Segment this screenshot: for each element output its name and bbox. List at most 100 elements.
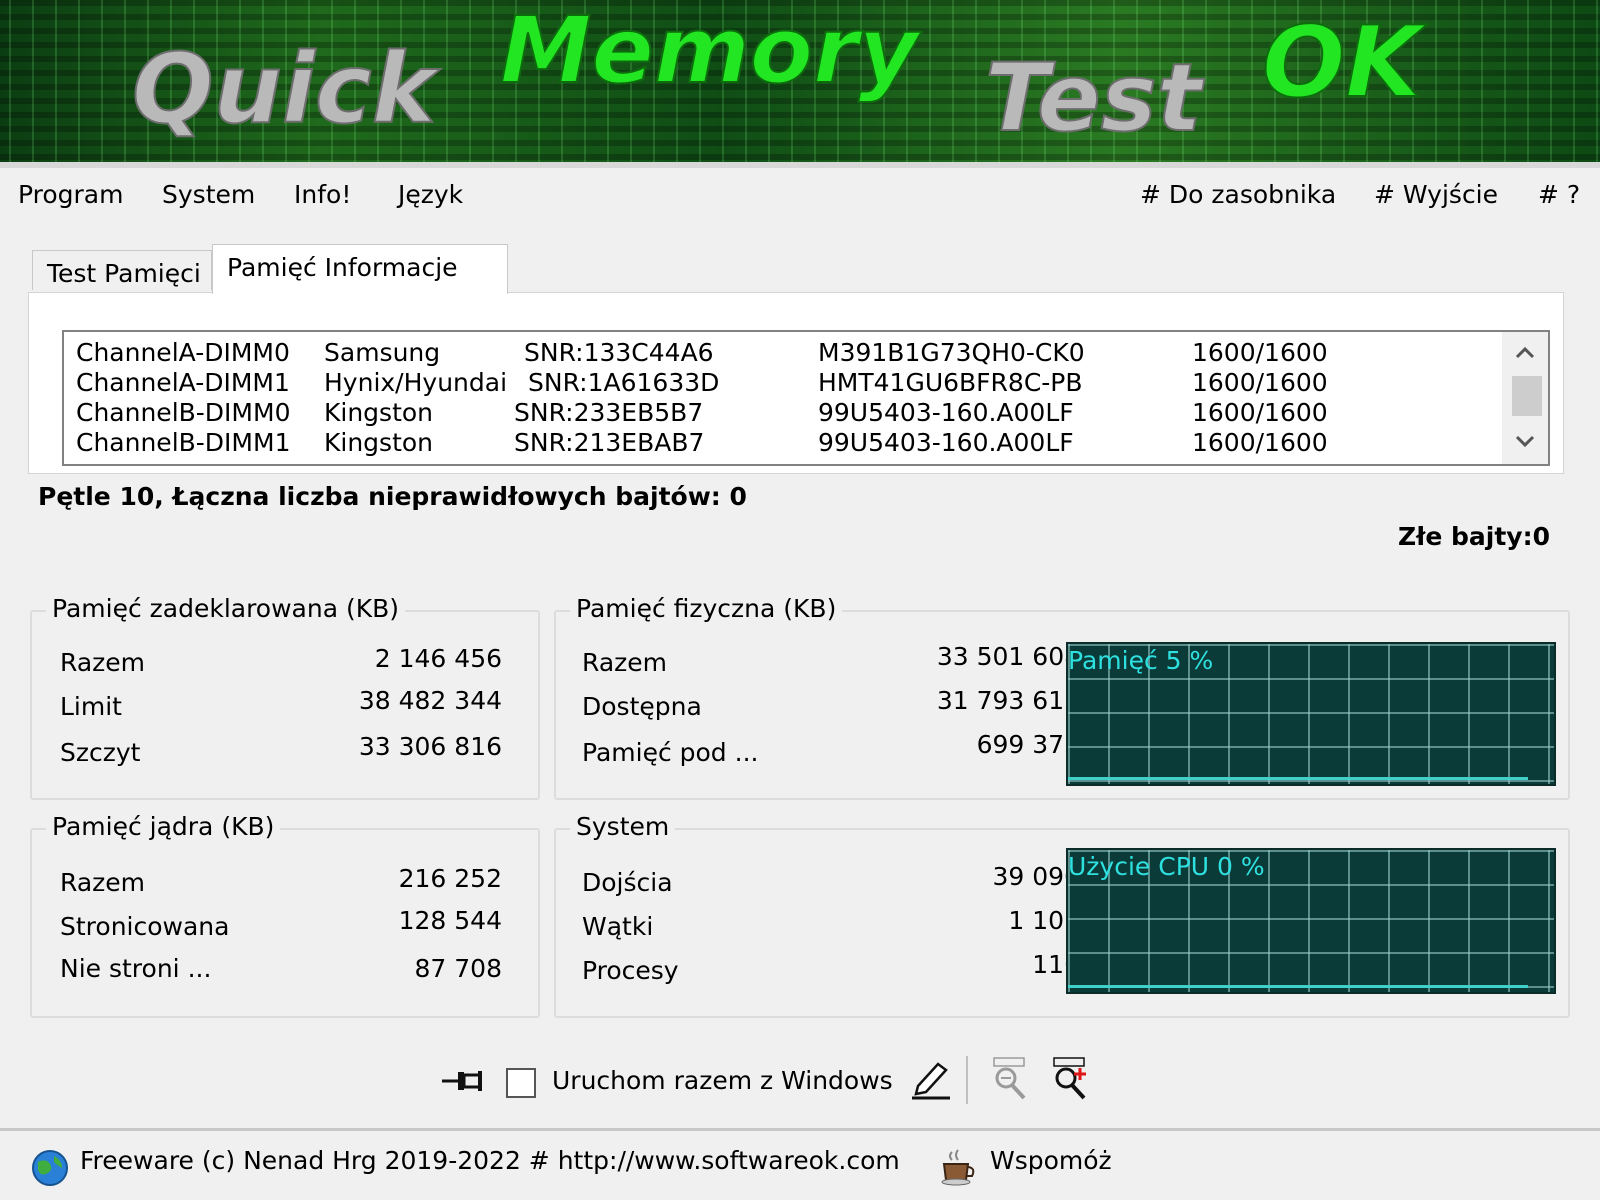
system-threads-label: Wątki [582, 912, 654, 941]
module-maker: Samsung [324, 338, 441, 367]
module-slot: ChannelB-DIMM0 [76, 398, 291, 427]
module-serial: SNR:213EBAB7 [514, 428, 705, 457]
group-title: Pamięć zadeklarowana (KB) [46, 594, 406, 623]
menu-bar: Program System Info! Język # Do zasobnik… [0, 168, 1600, 224]
logo-word-memory: Memory [500, 0, 922, 104]
tab-memory-info-label: Pamięć Informacje [227, 253, 458, 282]
system-processes-label: Procesy [582, 956, 679, 985]
committed-limit-label: Limit [60, 692, 122, 721]
kernel-paged-label: Stronicowana [60, 912, 230, 941]
footer-divider [0, 1128, 1600, 1131]
cpu-usage-line [1068, 985, 1528, 988]
group-title: System [570, 812, 676, 841]
menu-language[interactable]: Język [398, 180, 463, 209]
committed-total-label: Razem [60, 648, 145, 677]
bad-bytes-status: Złe bajty:0 [1397, 522, 1550, 551]
autostart-checkbox[interactable] [506, 1068, 536, 1098]
menu-to-tray[interactable]: # Do zasobnika [1140, 180, 1336, 209]
group-kernel-memory: Pamięć jądra (KB) Razem 216 252 Stronico… [30, 812, 540, 1018]
module-slot: ChannelA-DIMM0 [76, 338, 290, 367]
cpu-usage-label: Użycie CPU 0 % [1068, 852, 1265, 881]
logo-word-quick: Quick [132, 33, 441, 145]
list-item[interactable]: ChannelB-DIMM0 Kingston SNR:233EB5B7 99U… [64, 398, 1484, 428]
kernel-total-label: Razem [60, 868, 145, 897]
kernel-nonpaged-value: 87 708 [414, 954, 502, 983]
committed-limit-value: 38 482 344 [358, 686, 502, 715]
donate-link[interactable]: Wspomóż [990, 1146, 1112, 1175]
tab-memory-test[interactable]: Test Pamięci [32, 250, 212, 290]
module-speed: 1600/1600 [1192, 428, 1328, 457]
committed-total-value: 2 146 456 [374, 644, 502, 673]
module-part: M391B1G73QH0-CK0 [818, 338, 1085, 367]
list-item[interactable]: ChannelB-DIMM1 Kingston SNR:213EBAB7 99U… [64, 428, 1484, 458]
menu-info[interactable]: Info! [294, 180, 351, 209]
system-handles-label: Dojścia [582, 868, 673, 897]
physical-pool-label: Pamięć pod ... [582, 738, 759, 767]
list-item[interactable]: ChannelA-DIMM0 Samsung SNR:133C44A6 M391… [64, 338, 1484, 368]
kernel-total-value: 216 252 [398, 864, 502, 893]
kernel-paged-value: 128 544 [398, 906, 502, 935]
committed-peak-label: Szczyt [60, 738, 141, 767]
physical-available-value: 31 793 612 [936, 686, 1080, 715]
list-item[interactable]: ChannelA-DIMM1 Hynix/Hyundai SNR:1A61633… [64, 368, 1484, 398]
autostart-label[interactable]: Uruchom razem z Windows [552, 1066, 893, 1095]
zoom-in-icon[interactable] [1048, 1054, 1096, 1102]
memory-modules-list[interactable]: ChannelA-DIMM0 Samsung SNR:133C44A6 M391… [62, 330, 1550, 466]
group-physical-memory: Pamięć fizyczna (KB) Razem 33 501 608 Do… [554, 594, 1570, 800]
system-processes-value: 116 [1032, 950, 1080, 979]
menu-exit[interactable]: # Wyjście [1374, 180, 1498, 209]
globe-icon[interactable] [30, 1148, 70, 1188]
group-title: Pamięć jądra (KB) [46, 812, 281, 841]
memory-usage-graph: Pamięć 5 % [1066, 642, 1556, 786]
module-maker: Kingston [324, 428, 434, 457]
footer: Freeware (c) Nenad Hrg 2019-2022 # http:… [0, 1134, 1600, 1200]
zoom-out-icon[interactable] [988, 1054, 1036, 1102]
cpu-usage-graph: Użycie CPU 0 % [1066, 848, 1556, 994]
menu-program[interactable]: Program [18, 180, 123, 209]
toolbar-separator [966, 1056, 968, 1104]
edit-icon[interactable] [908, 1056, 954, 1102]
module-serial: SNR:133C44A6 [524, 338, 714, 367]
memory-usage-line [1068, 777, 1528, 780]
app-banner: Quick Memory Test OK [0, 0, 1600, 166]
module-speed: 1600/1600 [1192, 398, 1328, 427]
logo-word-ok: OK [1262, 6, 1428, 120]
physical-total-label: Razem [582, 648, 667, 677]
module-part: HMT41GU6BFR8C-PB [818, 368, 1083, 397]
logo-word-test: Test [985, 44, 1205, 153]
tab-memory-info[interactable]: Pamięć Informacje [212, 244, 508, 294]
menu-system[interactable]: System [162, 180, 255, 209]
physical-total-value: 33 501 608 [936, 642, 1080, 671]
module-speed: 1600/1600 [1192, 368, 1328, 397]
list-scrollbar[interactable] [1502, 332, 1548, 464]
group-committed-memory: Pamięć zadeklarowana (KB) Razem 2 146 45… [30, 594, 540, 800]
copyright-link[interactable]: Freeware (c) Nenad Hrg 2019-2022 # http:… [80, 1146, 900, 1175]
system-threads-value: 1 107 [1008, 906, 1080, 935]
physical-pool-value: 699 372 [976, 730, 1080, 759]
scroll-up-icon[interactable] [1502, 336, 1548, 370]
coffee-icon[interactable] [938, 1146, 980, 1188]
module-maker: Kingston [324, 398, 434, 427]
committed-peak-value: 33 306 816 [358, 732, 502, 761]
bottom-toolbar: Uruchom razem z Windows [0, 1040, 1600, 1120]
group-system: System Dojścia 39 090 Wątki 1 107 Proces… [554, 812, 1570, 1018]
tab-memory-test-label: Test Pamięci [47, 259, 201, 288]
module-serial: SNR:233EB5B7 [514, 398, 704, 427]
module-slot: ChannelB-DIMM1 [76, 428, 291, 457]
menu-help[interactable]: # ? [1538, 180, 1580, 209]
scroll-thumb[interactable] [1512, 376, 1542, 416]
module-part: 99U5403-160.A00LF [818, 398, 1074, 427]
kernel-nonpaged-label: Nie stroni ... [60, 954, 212, 983]
pin-icon[interactable] [440, 1064, 486, 1098]
scroll-down-icon[interactable] [1502, 424, 1548, 458]
module-serial: SNR:1A61633D [528, 368, 720, 397]
group-title: Pamięć fizyczna (KB) [570, 594, 843, 623]
system-handles-value: 39 090 [992, 862, 1080, 891]
loops-status: Pętle 10, Łączna liczba nieprawidłowych … [38, 482, 747, 511]
module-maker: Hynix/Hyundai [324, 368, 508, 397]
app-logo: Quick Memory Test OK [131, 0, 1429, 154]
module-part: 99U5403-160.A00LF [818, 428, 1074, 457]
physical-available-label: Dostępna [582, 692, 702, 721]
module-speed: 1600/1600 [1192, 338, 1328, 367]
memory-usage-label: Pamięć 5 % [1068, 646, 1214, 675]
